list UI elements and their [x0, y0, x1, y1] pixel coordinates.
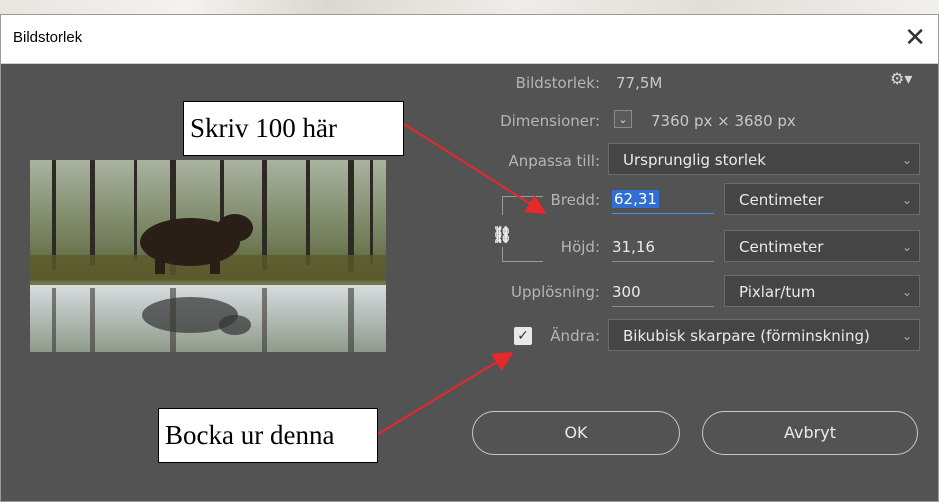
arrow-to-checkbox — [377, 351, 514, 435]
arrow-to-width — [403, 123, 547, 215]
annotation-arrows — [377, 123, 547, 435]
